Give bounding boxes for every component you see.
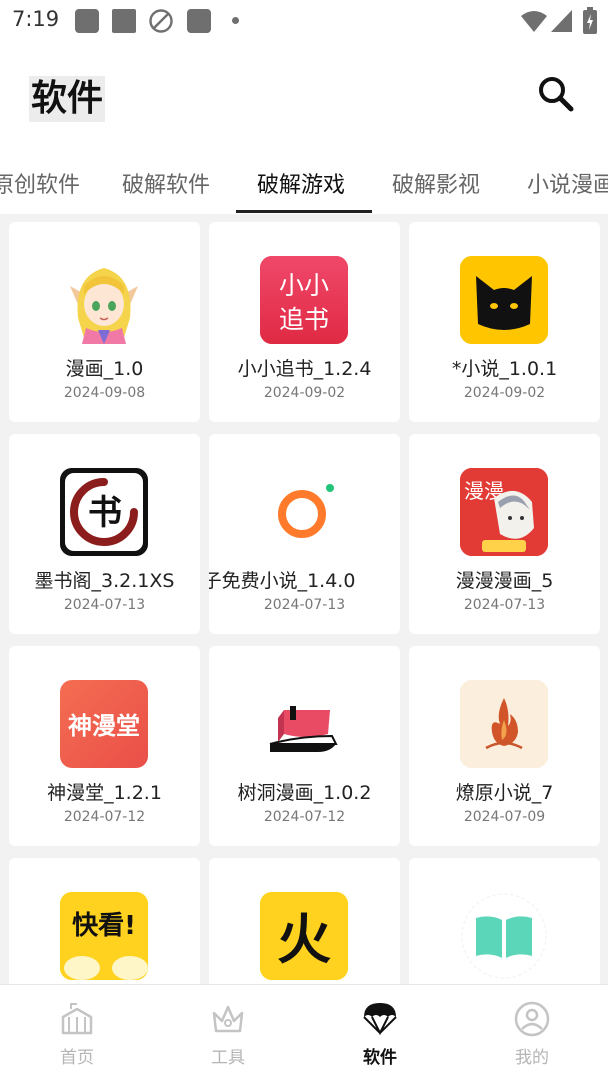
app-card[interactable]: 火 (209, 858, 400, 984)
bottom-navigation: 首页 工具 软件 我的 (0, 984, 608, 1082)
app-date: 2024-07-09 (463, 809, 546, 825)
moshuge-icon: 书 (60, 468, 148, 556)
app-grid: 漫画_1.0 2024-09-08 小小 追书 小小追书_1.2.4 2024-… (0, 214, 608, 984)
nav-profile[interactable]: 我的 (477, 1001, 587, 1071)
app-date: 2024-09-02 (263, 385, 346, 401)
nav-label: 我的 (515, 1048, 549, 1068)
app-name: 桔子免费小说_1.4.0 (209, 570, 356, 592)
profile-icon (514, 1001, 550, 1037)
app-card[interactable]: 书 墨书阁_3.2.1XS 2024-07-13 (9, 434, 200, 634)
search-icon (539, 77, 574, 112)
nav-software[interactable]: 软件 (325, 1001, 435, 1071)
crown-icon (212, 1005, 244, 1033)
tab-cracked-software[interactable]: 破解软件 (122, 167, 210, 199)
app-name: 神漫堂_1.2.1 (47, 782, 162, 804)
notification-icon (112, 9, 136, 33)
open-book-icon (460, 892, 548, 980)
app-name: 漫漫漫画_5 (455, 570, 554, 592)
page-title: 软件 (29, 76, 106, 122)
app-header: 软件 (0, 42, 608, 154)
kuaikan-icon: 快看! (60, 892, 148, 980)
status-time: 7:19 (12, 7, 60, 31)
app-card[interactable] (409, 858, 600, 984)
huo-icon: 火 (260, 892, 348, 980)
app-name: 漫画_1.0 (65, 358, 144, 380)
parachute-icon (363, 1003, 397, 1036)
app-card[interactable]: 快看! (9, 858, 200, 984)
nav-label: 软件 (363, 1048, 397, 1068)
svg-text:火: 火 (277, 908, 331, 971)
app-card[interactable]: 漫漫 漫漫漫画_5 2024-07-13 (409, 434, 600, 634)
app-name: 墨书阁_3.2.1XS (34, 570, 175, 592)
shenmantang-icon: 神漫堂 (60, 680, 148, 768)
shudong-boat-icon (260, 680, 348, 768)
app-date: 2024-09-08 (63, 385, 146, 401)
anime-girl-icon (60, 256, 148, 344)
app-card[interactable]: 桔子免费小说_1.4.0 2024-07-13 (209, 434, 400, 634)
tab-original-software[interactable]: 原创软件 (0, 167, 80, 199)
svg-text:追书: 追书 (279, 305, 329, 334)
liaoyuan-flame-icon (460, 680, 548, 768)
cell-signal-icon (551, 10, 572, 32)
app-date: 2024-07-13 (463, 597, 546, 613)
app-card[interactable]: 小小 追书 小小追书_1.2.4 2024-09-02 (209, 222, 400, 422)
wifi-icon (521, 11, 547, 32)
app-date: 2024-07-13 (63, 597, 146, 613)
app-card[interactable]: *小说_1.0.1 2024-09-02 (409, 222, 600, 422)
app-card[interactable]: 燎原小说_7 2024-07-09 (409, 646, 600, 846)
svg-text:小小: 小小 (279, 271, 329, 300)
app-card[interactable]: 神漫堂 神漫堂_1.2.1 2024-07-12 (9, 646, 200, 846)
app-date: 2024-09-02 (463, 385, 546, 401)
svg-text:神漫堂: 神漫堂 (68, 712, 140, 740)
notification-icon (75, 9, 99, 33)
more-notifications-icon (232, 17, 239, 24)
category-tabs: 原创软件 破解软件 破解游戏 破解影视 小说漫画 (0, 154, 608, 214)
notification-icon (187, 9, 211, 33)
no-signal-icon (149, 9, 173, 33)
app-name: 燎原小说_7 (455, 782, 554, 804)
nav-label: 工具 (211, 1048, 245, 1068)
orange-ring-icon (260, 468, 348, 556)
tab-novel-comics[interactable]: 小说漫画 (527, 167, 608, 199)
svg-text:书: 书 (88, 493, 122, 533)
nav-label: 首页 (60, 1048, 94, 1068)
active-tab-indicator (236, 210, 372, 213)
nav-tools[interactable]: 工具 (173, 1001, 283, 1071)
tab-cracked-video[interactable]: 破解影视 (392, 167, 480, 199)
battery-icon (583, 7, 597, 34)
app-card[interactable]: 漫画_1.0 2024-09-08 (9, 222, 200, 422)
app-date: 2024-07-12 (63, 809, 146, 825)
app-date: 2024-07-13 (263, 597, 346, 613)
tab-cracked-games[interactable]: 破解游戏 (257, 167, 345, 199)
svg-text:快看!: 快看! (72, 911, 136, 941)
search-button[interactable] (536, 74, 576, 114)
app-name: *小说_1.0.1 (451, 358, 558, 380)
nav-home[interactable]: 首页 (22, 1001, 132, 1071)
status-bar: 7:19 (0, 0, 608, 42)
black-cat-icon (460, 256, 548, 344)
app-card[interactable]: 树洞漫画_1.0.2 2024-07-12 (209, 646, 400, 846)
home-icon (61, 1003, 93, 1035)
manman-manhua-icon: 漫漫 (460, 468, 548, 556)
app-name: 小小追书_1.2.4 (237, 358, 372, 380)
app-date: 2024-07-12 (263, 809, 346, 825)
app-name: 树洞漫画_1.0.2 (237, 782, 372, 804)
xiaoxiao-zhuishu-icon: 小小 追书 (260, 256, 348, 344)
